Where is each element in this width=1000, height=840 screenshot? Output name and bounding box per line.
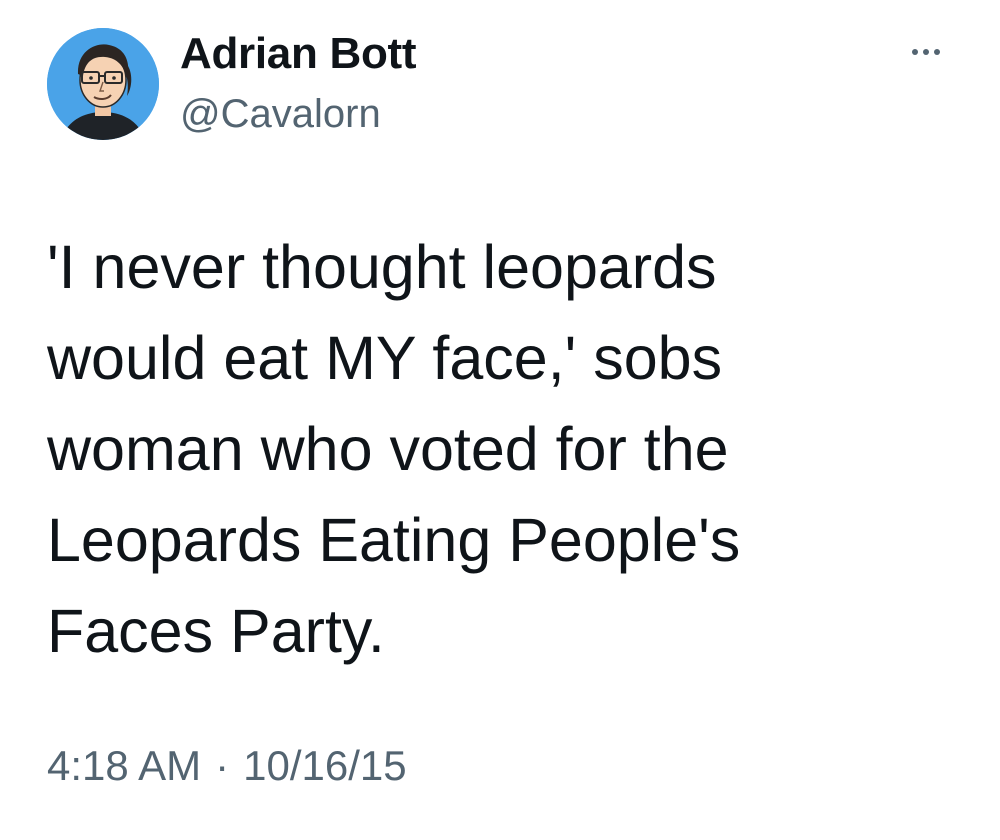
author-handle[interactable]: @Cavalorn bbox=[180, 90, 381, 138]
timestamp-separator: · bbox=[215, 742, 230, 789]
tweet-text: 'I never thought leopards would eat MY f… bbox=[47, 233, 741, 665]
cartoon-portrait-avatar-icon bbox=[47, 28, 159, 140]
avatar[interactable] bbox=[47, 28, 159, 140]
tweet-timestamp[interactable]: 4:18 AM · 10/16/15 bbox=[47, 740, 407, 792]
tweet-card: Adrian Bott @Cavalorn 'I never thought l… bbox=[0, 0, 1000, 840]
more-horizontal-icon-dot bbox=[923, 49, 929, 55]
tweet-time[interactable]: 4:18 AM bbox=[47, 742, 201, 789]
author-display-name[interactable]: Adrian Bott bbox=[180, 28, 417, 80]
more-options-button[interactable] bbox=[898, 32, 954, 72]
tweet-date[interactable]: 10/16/15 bbox=[243, 742, 407, 789]
more-horizontal-icon-dot bbox=[934, 49, 940, 55]
more-horizontal-icon bbox=[912, 49, 918, 55]
